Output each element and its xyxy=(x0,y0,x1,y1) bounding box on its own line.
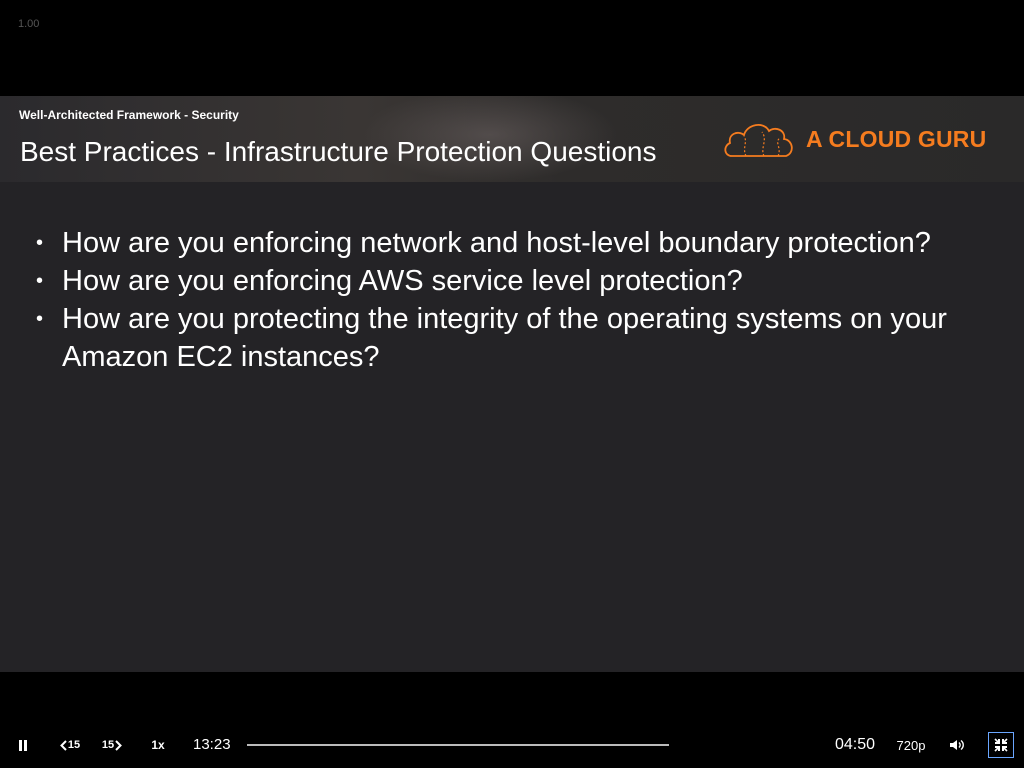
bullet-text: How are you protecting the integrity of … xyxy=(62,303,947,373)
rewind-label: 15 xyxy=(67,739,81,751)
zoom-readout: 1.00 xyxy=(18,18,40,30)
playback-speed-button[interactable]: 1x xyxy=(144,730,172,760)
elapsed-time: 13:23 xyxy=(193,736,231,753)
exit-fullscreen-button[interactable] xyxy=(988,732,1014,758)
brand-logo: A CLOUD GURU xyxy=(722,118,1002,162)
progress-bar[interactable] xyxy=(247,744,669,746)
slide-bullet: • How are you protecting the integrity o… xyxy=(30,300,990,376)
bullet-text: How are you enforcing AWS service level … xyxy=(62,265,743,297)
quality-button[interactable]: 720p xyxy=(893,730,929,760)
forward-15-button[interactable]: 15 xyxy=(96,730,128,760)
remaining-time: 04:50 xyxy=(835,736,876,753)
volume-icon xyxy=(950,739,964,751)
video-frame[interactable]: Well-Architected Framework - Security Be… xyxy=(0,96,1024,672)
course-title: Well-Architected Framework - Security xyxy=(19,108,239,122)
slide-bullet: • How are you enforcing network and host… xyxy=(30,224,990,262)
progress-fill xyxy=(247,744,669,746)
volume-button[interactable] xyxy=(944,730,970,760)
pause-icon xyxy=(19,739,27,751)
bullet-marker: • xyxy=(36,232,44,254)
play-pause-button[interactable] xyxy=(10,730,36,760)
rewind-15-button[interactable]: 15 xyxy=(54,730,86,760)
brand-name: A CLOUD GURU xyxy=(806,126,987,152)
cloud-logo-icon xyxy=(724,124,793,157)
slide-bullet-list: • How are you enforcing network and host… xyxy=(30,224,990,376)
player-controls: 15 15 1x 13:23 04:50 720p xyxy=(0,730,1024,760)
video-player: 1.00 Well-Architected Framework - Securi… xyxy=(0,0,1024,768)
bullet-text: How are you enforcing network and host-l… xyxy=(62,227,931,259)
slide-bullet: • How are you enforcing AWS service leve… xyxy=(30,262,990,300)
chevron-right-icon xyxy=(115,739,123,751)
exit-fullscreen-icon xyxy=(994,738,1008,752)
bullet-marker: • xyxy=(36,308,44,330)
chevron-left-icon xyxy=(59,739,67,751)
slide-header: Well-Architected Framework - Security Be… xyxy=(0,96,1024,182)
bullet-marker: • xyxy=(36,270,44,292)
forward-label: 15 xyxy=(101,739,115,751)
slide-title: Best Practices - Infrastructure Protecti… xyxy=(20,136,657,167)
